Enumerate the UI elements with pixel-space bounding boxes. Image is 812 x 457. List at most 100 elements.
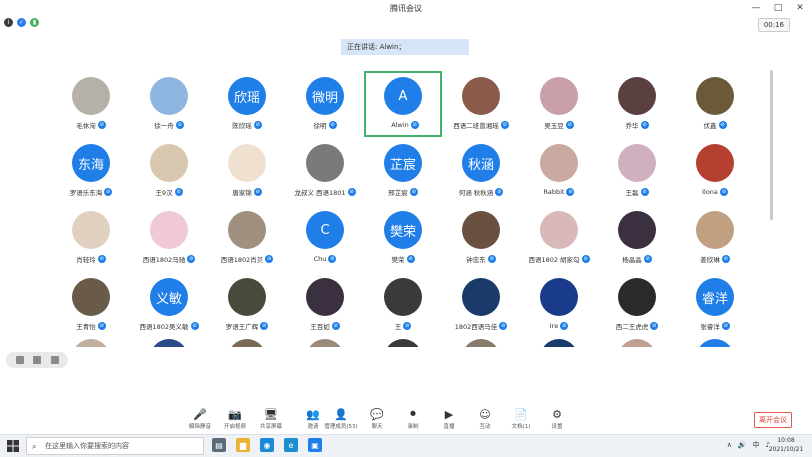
minimize-button[interactable]: — [750,2,762,14]
participant-label: Chu ⊘ [286,254,364,264]
view-switcher[interactable] [6,352,68,368]
participant-name: Alwin [391,121,409,129]
speaker-view-icon[interactable] [33,356,41,364]
participant-tile[interactable]: Ire ⊘ [520,272,598,338]
participant-tile[interactable]: C Chu ⊘ [286,205,364,271]
participant-tile[interactable]: 乔华 ⊘ [598,71,676,137]
chat-button[interactable]: 💬 聊天 [360,406,394,432]
shield-icon[interactable]: ✓ [17,18,26,27]
avatar [618,278,656,316]
close-button[interactable]: ✕ [794,2,806,14]
volume-icon[interactable]: 🔊 [738,441,747,449]
participant-tile[interactable]: 欣瑶 陈欣瑶 ⊘ [208,71,286,137]
muted-mic-icon: ⊘ [643,255,652,263]
participant-tile[interactable]: 睿洋 张睿洋 ⊘ [676,272,754,338]
participant-tile[interactable]: 唐家锦 ⊘ [208,138,286,204]
participant-tile[interactable]: 芷宸 邢芷宸 ⊘ [364,138,442,204]
participant-tile[interactable]: 吴玉豆 ⊘ [520,71,598,137]
participant-tile[interactable]: 樊荣 樊荣 ⊘ [364,205,442,271]
avatar: 芷宸 [384,144,422,182]
participant-tile[interactable]: 义敏 西语1802吴义敏 ⊘ [130,272,208,338]
participant-name: 陈欣瑶 [232,122,252,130]
participant-label: Ilona ⊘ [676,187,754,197]
muted-mic-icon: ⊘ [581,255,590,263]
grid-scrollbar[interactable] [770,70,773,220]
windows-taskbar: ⌕ 在这里输入你要搜索的内容 ▤ ▆ ◉ e ▣ ∧ 🔊 中 ♪ 10:08 2021/10/… [0,434,812,457]
manage-members-button[interactable]: 👤 管理成员(53) [324,406,358,432]
participant-tile[interactable]: A Alwin ⊘ [364,71,442,137]
share-screen-button[interactable]: 🖥 共享屏幕 [254,406,288,432]
participant-tile[interactable]: 王 ⊘ [364,272,442,338]
participant-tile[interactable]: 王9汉 ⊘ [130,138,208,204]
participant-name: 西语1802 胡家勾 [528,256,580,264]
meeting-app-icon[interactable]: ▣ [308,438,322,452]
participant-tile[interactable]: 西语1802马驰 ⊘ [130,205,208,271]
participant-tile[interactable]: 王磊 ⊘ [598,138,676,204]
participant-tile[interactable]: 西语二班曾湘瑶 ⊘ [442,71,520,137]
muted-mic-icon: ⊘ [97,255,106,263]
task-view-icon[interactable]: ▤ [212,438,226,452]
avatar [306,278,344,316]
participant-tile[interactable]: 西语1802 胡家勾 ⊘ [520,205,598,271]
participant-tile[interactable]: 钟忠东 ⊘ [442,205,520,271]
participant-tile[interactable]: 姜欣琳 ⊘ [676,205,754,271]
participant-tile[interactable]: Rabbit ⊘ [520,138,598,204]
live-button[interactable]: ▶ 直播 [432,406,466,432]
participant-tile[interactable]: 东海 罗语乐东海 ⊘ [52,138,130,204]
muted-mic-icon: ⊘ [721,322,730,330]
media-app-icon[interactable]: ◉ [260,438,274,452]
participant-tile[interactable]: 肖轻玲 ⊘ [52,205,130,271]
muted-mic-icon: ⊘ [403,322,412,330]
avatar: C [306,211,344,249]
reactions-button[interactable]: ☺ 互动 [468,406,502,432]
avatar-initials: 义敏 [155,291,182,307]
chat-icon: 💬 [370,407,384,421]
participant-name: Ire [549,322,559,330]
show-hidden-icons-icon[interactable]: ∧ [727,441,732,449]
participant-tile[interactable]: 杨晶晶 ⊘ [598,205,676,271]
grid-view-icon[interactable] [15,356,24,364]
participant-tile[interactable]: 王百如 ⊘ [286,272,364,338]
muted-mic-icon: ⊘ [328,255,337,263]
muted-mic-icon: ⊘ [565,121,574,129]
muted-mic-icon: ⊘ [174,188,183,196]
avatar [384,339,422,347]
participant-tile[interactable]: 龙叔义 西语1801 ⊘ [286,138,364,204]
avatar [618,211,656,249]
documents-button[interactable]: 📄 文档(1) [504,406,538,432]
info-icon[interactable]: i [4,18,13,27]
taskbar-search-input[interactable]: ⌕ 在这里输入你要搜索的内容 [26,437,204,455]
input-method-icon[interactable]: 中 [753,440,760,450]
unmute-button[interactable]: 🎤 解除静音 [183,406,217,432]
taskbar-search-placeholder: 在这里输入你要搜索的内容 [45,442,129,450]
edge-icon[interactable]: e [284,438,298,452]
signal-icon[interactable]: ▮ [30,18,39,27]
participant-name: Chu [313,255,327,263]
windows-start-icon[interactable] [6,439,20,453]
maximize-button[interactable]: □ [772,2,784,14]
muted-mic-icon: ⊘ [495,188,504,196]
file-explorer-icon[interactable]: ▆ [236,438,250,452]
participant-tile[interactable]: 罗语王广辉 ⊘ [208,272,286,338]
muted-mic-icon: ⊘ [265,255,274,263]
participant-tile[interactable]: 毛休洵 ⊘ [52,71,130,137]
participant-tile[interactable]: 西语1802肖贝 ⊘ [208,205,286,271]
participant-tile[interactable]: 微明 徐明 ⊘ [286,71,364,137]
gallery-view-icon[interactable] [50,356,59,364]
toolbar-label: 管理成员(53) [324,424,358,430]
participant-tile[interactable]: 秋涵 何涵 秋秋涵 ⊘ [442,138,520,204]
meeting-toolbar: 🎤 解除静音 📷 开启视频 🖥 共享屏幕 👥 邀请 👤 管理成员(53) 💬 聊天 ⏺ 录制 ▶ 直播 ☺ 互动 📄… [0,406,812,432]
muted-mic-icon: ⊘ [718,121,727,129]
participant-tile[interactable]: 1802西语马佳 ⊘ [442,272,520,338]
participant-tile[interactable]: 王青怡 ⊘ [52,272,130,338]
participant-tile[interactable]: Ilona ⊘ [676,138,754,204]
settings-button[interactable]: ⚙ 设置 [540,406,574,432]
participant-tile[interactable]: 西二王虎虎 ⊘ [598,272,676,338]
start-video-button[interactable]: 📷 开启视频 [218,406,252,432]
system-clock[interactable]: 10:08 2021/10/21 [766,436,806,454]
participant-tile[interactable]: 伏鑫 ⊘ [676,71,754,137]
leave-meeting-button[interactable]: 离开会议 [754,412,792,428]
participant-tile[interactable]: 徐一舟 ⊘ [130,71,208,137]
muted-mic-icon: ⊘ [410,121,419,129]
record-button[interactable]: ⏺ 录制 [396,406,430,432]
